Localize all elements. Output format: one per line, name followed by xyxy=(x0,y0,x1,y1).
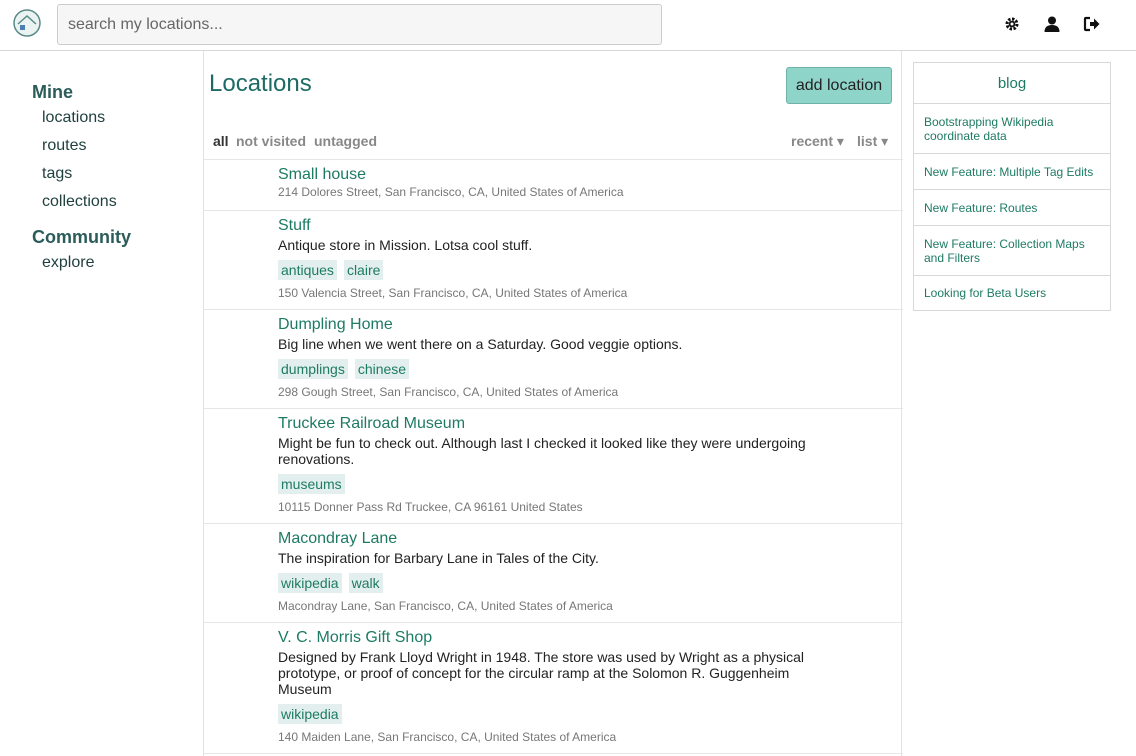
blog-heading[interactable]: blog xyxy=(914,63,1110,104)
tag[interactable]: chinese xyxy=(354,359,410,379)
tag-list: wikipedia xyxy=(278,704,838,724)
tag-list: wikipedia walk xyxy=(278,573,838,593)
location-description: Antique store in Mission. Lotsa cool stu… xyxy=(278,237,533,253)
nav-item-explore[interactable]: explore xyxy=(42,254,94,272)
blog-item[interactable]: New Feature: Collection Maps and Filters xyxy=(914,226,1110,276)
location-description: Big line when we went there on a Saturda… xyxy=(278,336,683,352)
sort-dropdown[interactable]: recent ▾ xyxy=(791,133,844,150)
location-address: 298 Gough Street, San Francisco, CA, Uni… xyxy=(278,385,619,399)
tag[interactable]: claire xyxy=(343,260,384,280)
location-description: Might be fun to check out. Although last… xyxy=(278,435,806,467)
tag-list: museums xyxy=(278,474,838,494)
row-divider xyxy=(204,159,903,160)
location-row: Stuff Antique store in Mission. Lotsa co… xyxy=(278,216,838,300)
filter-not-visited[interactable]: not visited xyxy=(236,133,306,149)
location-address: 10115 Donner Pass Rd Truckee, CA 96161 U… xyxy=(278,500,583,514)
nav-item-locations[interactable]: locations xyxy=(42,109,105,127)
nav-item-routes[interactable]: routes xyxy=(42,137,86,155)
blog-item[interactable]: New Feature: Routes xyxy=(914,190,1110,226)
location-row: V. C. Morris Gift Shop Designed by Frank… xyxy=(278,628,838,744)
logo-icon[interactable] xyxy=(11,8,43,38)
top-bar xyxy=(0,0,1136,51)
location-address: 150 Valencia Street, San Francisco, CA, … xyxy=(278,286,628,300)
location-description: Designed by Frank Lloyd Wright in 1948. … xyxy=(278,649,805,697)
user-icon[interactable] xyxy=(1041,13,1063,35)
row-divider xyxy=(204,523,903,524)
search-input[interactable] xyxy=(57,4,662,45)
main-content: Locations add location all not visited u… xyxy=(203,51,903,756)
blog-item[interactable]: Bootstrapping Wikipedia coordinate data xyxy=(914,104,1110,154)
location-description: The inspiration for Barbary Lane in Tale… xyxy=(278,550,599,566)
nav-item-tags[interactable]: tags xyxy=(42,165,72,183)
location-address: 214 Dolores Street, San Francisco, CA, U… xyxy=(278,185,624,199)
tag[interactable]: wikipedia xyxy=(278,704,342,724)
row-divider xyxy=(204,408,903,409)
row-divider xyxy=(204,753,903,754)
view-dropdown[interactable]: list ▾ xyxy=(857,133,888,150)
nav-item-collections[interactable]: collections xyxy=(42,193,117,211)
location-name[interactable]: V. C. Morris Gift Shop xyxy=(278,628,838,648)
tag[interactable]: walk xyxy=(348,573,383,593)
tag-list: dumplings chinese xyxy=(278,359,838,379)
location-name[interactable]: Small house xyxy=(278,165,838,185)
row-divider xyxy=(204,210,903,211)
blog-item[interactable]: Looking for Beta Users xyxy=(914,276,1110,310)
add-location-button[interactable]: add location xyxy=(786,67,892,104)
location-row: Small house 214 Dolores Street, San Fran… xyxy=(278,165,838,199)
row-divider xyxy=(204,622,903,623)
location-name[interactable]: Dumpling Home xyxy=(278,315,838,335)
nav-heading-community: Community xyxy=(32,227,131,247)
blog-item[interactable]: New Feature: Multiple Tag Edits xyxy=(914,154,1110,190)
filter-all[interactable]: all xyxy=(213,133,229,149)
location-address: 140 Maiden Lane, San Francisco, CA, Unit… xyxy=(278,730,617,744)
location-name[interactable]: Macondray Lane xyxy=(278,529,838,549)
location-row: Dumpling Home Big line when we went ther… xyxy=(278,315,838,399)
page-title: Locations xyxy=(209,70,312,97)
location-row: Truckee Railroad Museum Might be fun to … xyxy=(278,414,838,514)
nav-heading-mine: Mine xyxy=(32,82,74,102)
gear-icon[interactable] xyxy=(1001,13,1023,35)
location-name[interactable]: Stuff xyxy=(278,216,838,236)
location-address: Macondray Lane, San Francisco, CA, Unite… xyxy=(278,599,613,613)
logout-icon[interactable] xyxy=(1081,13,1103,35)
location-name[interactable]: Truckee Railroad Museum xyxy=(278,414,838,434)
tag[interactable]: dumplings xyxy=(278,359,348,379)
tag[interactable]: museums xyxy=(278,474,345,494)
tag[interactable]: wikipedia xyxy=(278,573,342,593)
filter-untagged[interactable]: untagged xyxy=(314,133,377,149)
left-nav: Mine locations routes tags collections C… xyxy=(0,51,203,756)
location-row: Macondray Lane The inspiration for Barba… xyxy=(278,529,838,613)
tag-list: antiques claire xyxy=(278,260,838,280)
row-divider xyxy=(204,309,903,310)
blog-panel: blog Bootstrapping Wikipedia coordinate … xyxy=(913,62,1111,311)
tag[interactable]: antiques xyxy=(278,260,337,280)
